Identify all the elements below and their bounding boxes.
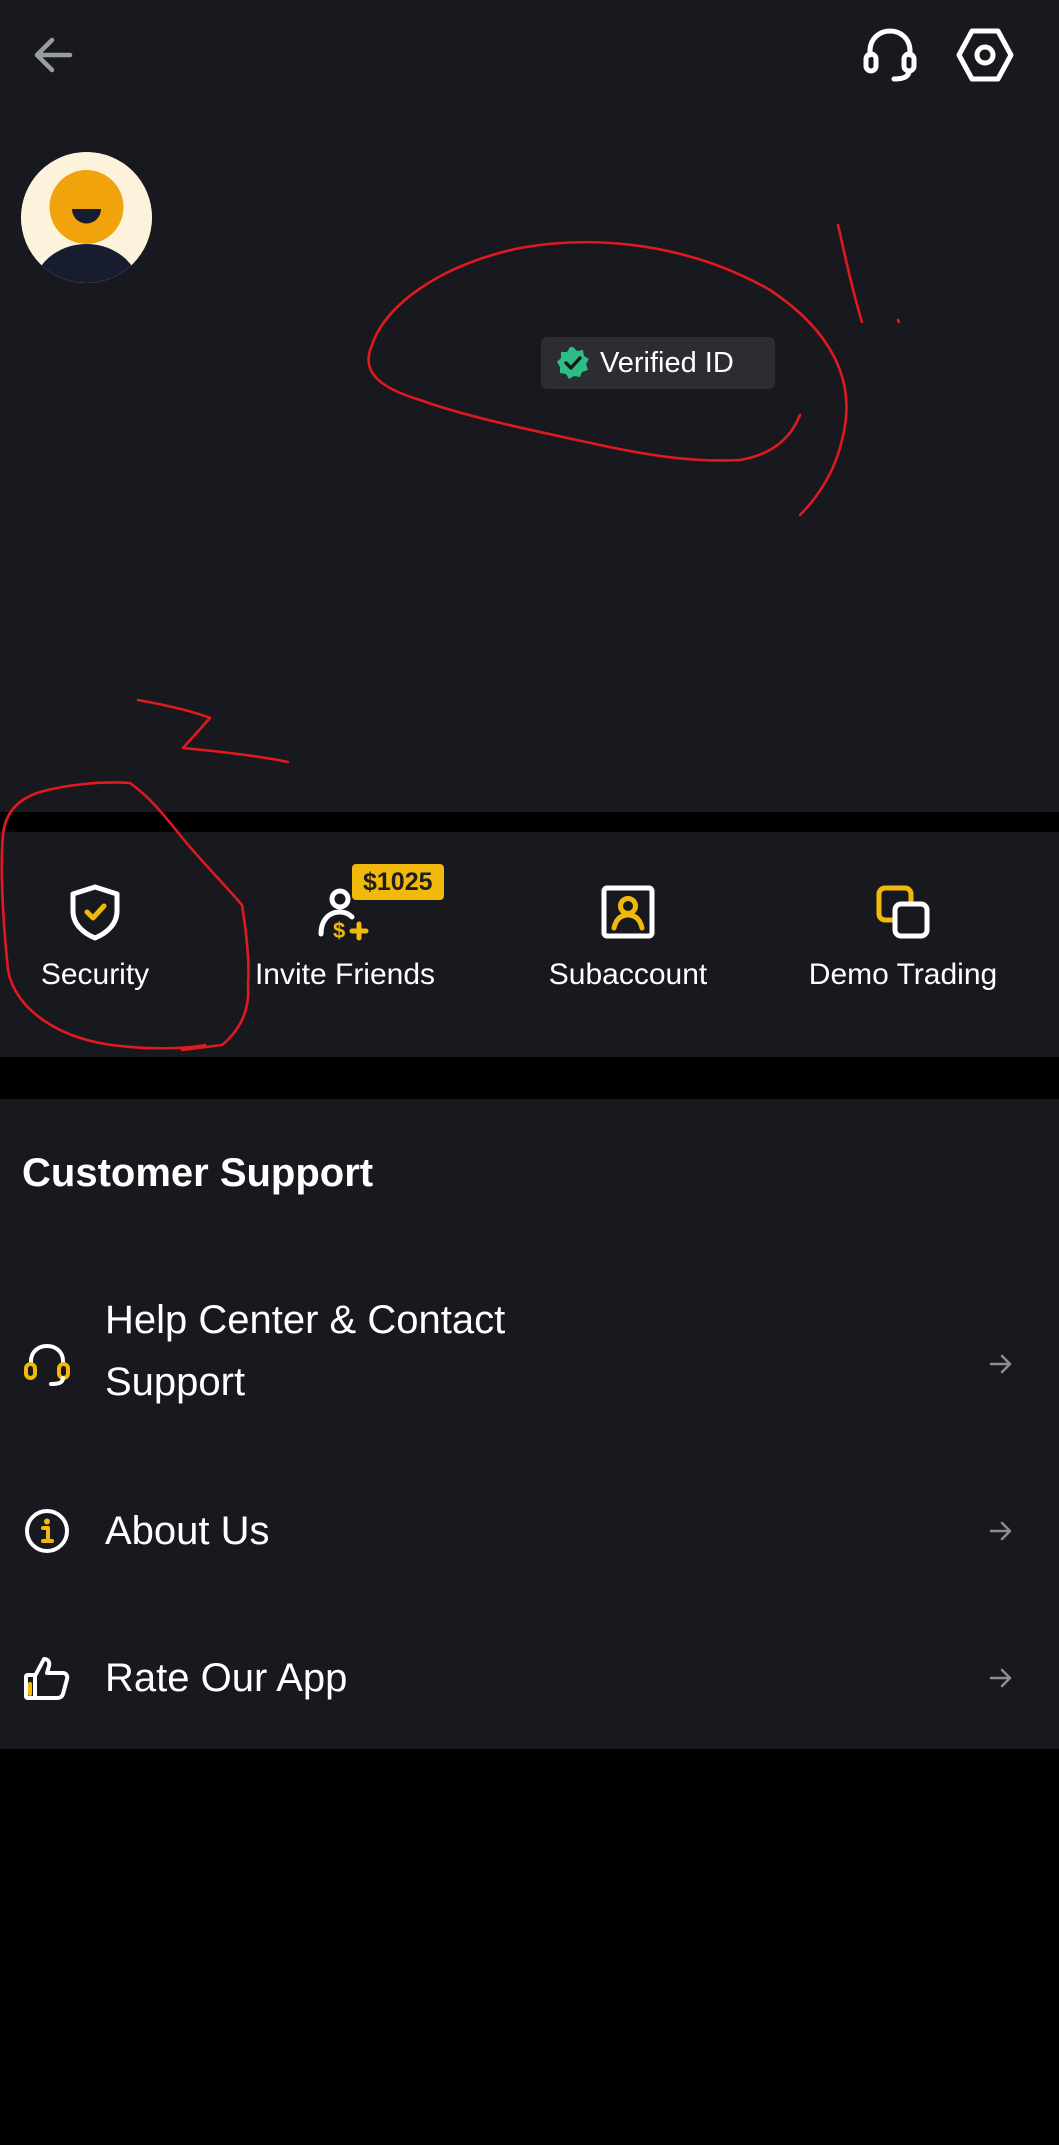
reward-badge: $1025 (352, 864, 444, 900)
support-button[interactable] (858, 22, 922, 86)
svg-text:$: $ (333, 918, 345, 942)
thumbs-up-icon (22, 1653, 72, 1703)
quick-actions-row: Security $ Invite Friends $1025 Subaccou… (0, 832, 1059, 1057)
subaccount-label: Subaccount (548, 958, 708, 991)
smiley-avatar-icon (21, 152, 152, 283)
subaccount-button[interactable]: Subaccount (528, 832, 728, 1057)
verified-id-label: Verified ID (600, 346, 734, 379)
arrow-left-icon (34, 37, 73, 73)
profile-page: Verified ID Security $ Invite Friends $1… (0, 0, 1059, 2145)
security-label: Security (40, 958, 150, 991)
settings-button[interactable] (952, 22, 1018, 88)
rate-app-label: Rate Our App (105, 1656, 348, 1700)
back-button[interactable] (22, 24, 84, 86)
shield-check-icon (65, 882, 125, 942)
profile-header-section: Verified ID (0, 0, 1059, 812)
headset-icon (22, 1339, 72, 1389)
arrow-right-icon (985, 1348, 1017, 1380)
section-title: Customer Support (22, 1151, 374, 1195)
overlapping-squares-icon (873, 882, 933, 942)
hexagon-gear-icon (956, 28, 1014, 82)
security-button[interactable]: Security (0, 832, 190, 1057)
arrow-right-icon (985, 1515, 1017, 1547)
invite-friends-button[interactable]: $ Invite Friends $1025 (240, 832, 450, 1057)
avatar[interactable] (21, 152, 152, 283)
help-center-label: Help Center & Contact Support (105, 1298, 506, 1404)
info-icon (22, 1506, 72, 1556)
demo-trading-button[interactable]: Demo Trading (798, 832, 1008, 1057)
rate-app-item[interactable]: Rate Our App (0, 1641, 1059, 1721)
about-us-label: About Us (105, 1509, 270, 1553)
demo-trading-label: Demo Trading (808, 958, 998, 991)
invite-friends-label: Invite Friends (254, 958, 436, 991)
verified-check-icon (557, 347, 589, 379)
customer-support-section: Customer Support Help Center & Contact S… (0, 1099, 1059, 1749)
verified-id-badge[interactable]: Verified ID (541, 337, 775, 389)
headset-icon (863, 28, 917, 82)
user-square-icon (598, 882, 658, 942)
about-us-item[interactable]: About Us (0, 1494, 1059, 1574)
arrow-right-icon (985, 1662, 1017, 1694)
help-center-item[interactable]: Help Center & Contact Support (0, 1289, 1059, 1439)
